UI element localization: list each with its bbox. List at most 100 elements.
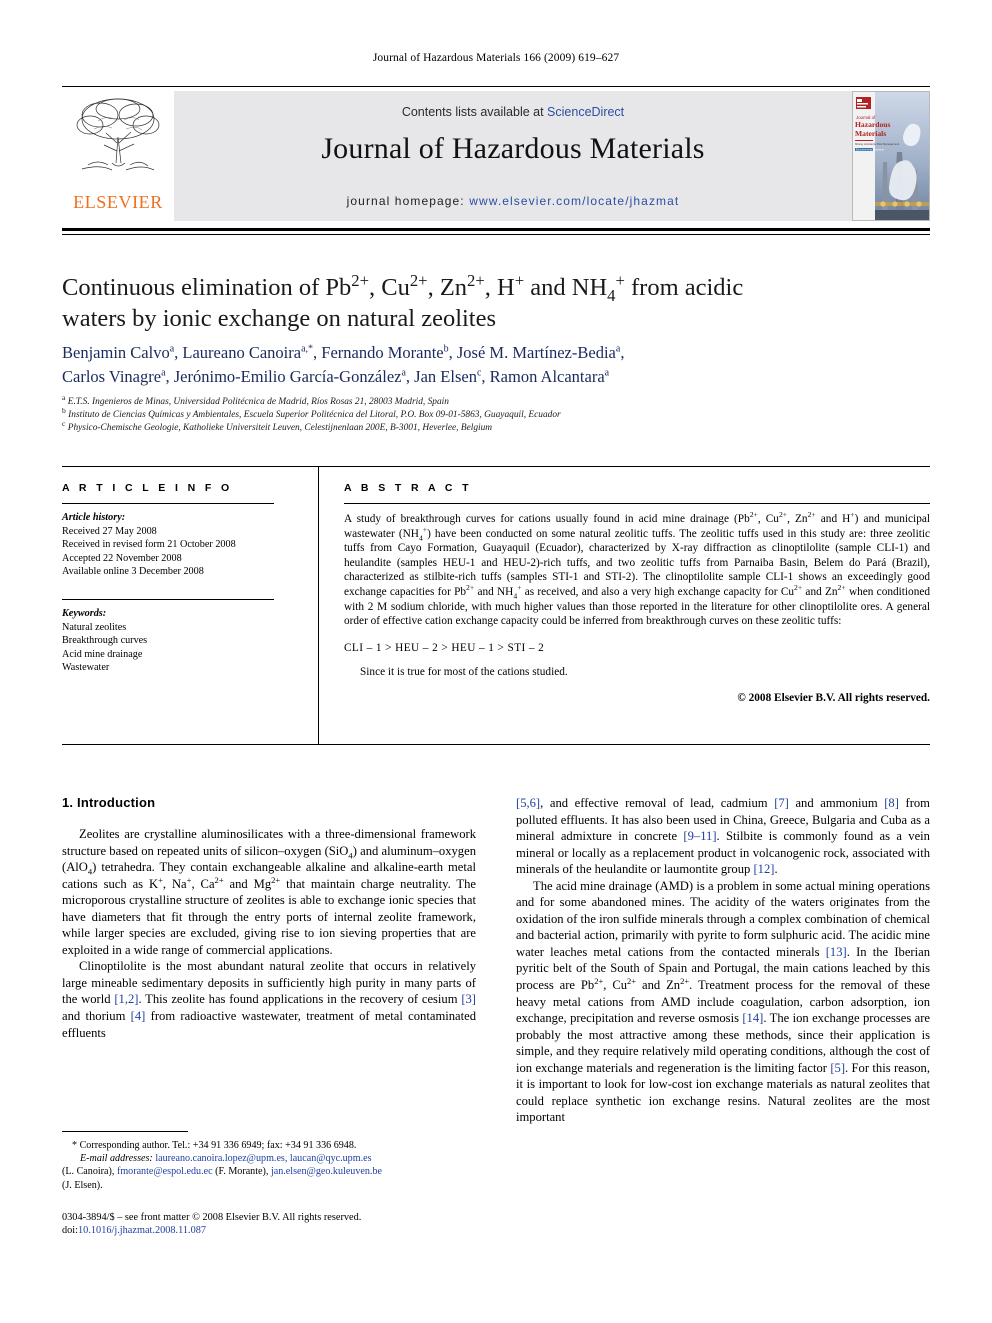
author-list: Benjamin Calvoa, Laureano Canoiraa,*, Fe… [62, 341, 892, 389]
elsevier-wordmark: ELSEVIER [73, 192, 163, 212]
citation-ref[interactable]: [13] [826, 945, 847, 959]
keyword-item: Wastewater [62, 662, 110, 674]
citation-ref[interactable]: [14] [742, 1011, 763, 1025]
history-item: Received 27 May 2008 [62, 525, 157, 537]
citation-ref[interactable]: [3] [461, 992, 476, 1006]
citation-ref[interactable]: [8] [884, 796, 899, 810]
abstract-body: A study of breakthrough curves for catio… [344, 510, 931, 628]
affiliation-text-a: E.T.S. Ingenieros de Minas, Universidad … [67, 397, 449, 407]
homepage-url-link[interactable]: www.elsevier.com/locate/jhazmat [469, 194, 679, 208]
contents-available-line: Contents lists available at ScienceDirec… [174, 105, 852, 119]
footnote-block: * Corresponding author. Tel.: +34 91 336… [62, 1131, 476, 1192]
affiliation-mark-a: a [62, 392, 66, 402]
citation-ref[interactable]: [7] [774, 796, 789, 810]
affiliation-mark-b: b [62, 405, 66, 415]
abstract-copyright: © 2008 Elsevier B.V. All rights reserved… [737, 691, 930, 704]
abstract-since-note: Since it is true for most of the cations… [360, 665, 568, 678]
author-line-2: Carlos Vinagrea, Jerónimo-Emilio García-… [62, 367, 610, 386]
doi-link[interactable]: 10.1016/j.jhazmat.2008.11.087 [78, 1225, 206, 1236]
keywords-label: Keywords: [62, 607, 107, 619]
elsevier-logo: ELSEVIER [62, 91, 174, 221]
citation-ref[interactable]: [1,2] [114, 992, 138, 1006]
citation-ref[interactable]: [5,6] [516, 796, 540, 810]
elsevier-tree-icon [76, 98, 160, 171]
journal-masthead: ELSEVIER Contents lists available at Sci… [62, 86, 930, 222]
history-item: Received in revised form 21 October 2008 [62, 539, 236, 551]
citation-ref[interactable]: [5] [830, 1061, 845, 1075]
affiliation-a: a E.T.S. Ingenieros de Minas, Universida… [62, 392, 892, 409]
imprint-block: 0304-3894/$ – see front matter © 2008 El… [62, 1211, 492, 1238]
page-title: Continuous elimination of Pb2+, Cu2+, Zn… [62, 272, 822, 334]
title-line-1: Continuous elimination of Pb2+, Cu2+, Zn… [62, 270, 744, 305]
citation-ref[interactable]: [4] [131, 1009, 146, 1023]
journal-homepage-line: journal homepage: www.elsevier.com/locat… [174, 194, 852, 208]
email-line: E-mail addresses: laureano.canoira.lopez… [62, 1152, 476, 1165]
masthead-bottom-rule [62, 228, 930, 231]
history-item: Accepted 22 November 2008 [62, 552, 182, 564]
affiliation-c: c Physico-Chemische Geologie, Katholieke… [62, 419, 892, 435]
journal-cover-thumbnail: Journal of Hazardous Materials Mining Ac… [852, 91, 930, 221]
homepage-label: journal homepage: [346, 194, 465, 208]
keyword-item: Natural zeolites [62, 621, 127, 633]
email-link[interactable]: laureano.canoira.lopez@upm.es, laucan@qy… [155, 1153, 371, 1164]
paragraph: Zeolites are crystalline aluminosilicate… [62, 827, 476, 957]
body-column-right: [5,6], and effective removal of lead, ca… [516, 795, 930, 1126]
abstract-panel: A B S T R A C T A study of breakthrough … [344, 482, 930, 704]
email-line-2: (L. Canoira), fmorante@espol.edu.ec (F. … [62, 1165, 476, 1178]
keywords-block: Keywords: Natural zeolites Breakthrough … [62, 607, 300, 675]
svg-text:Mining Accidents Risk Manageme: Mining Accidents Risk Management [855, 142, 900, 146]
article-info-heading: A R T I C L E I N F O [62, 482, 233, 494]
svg-text:Hazardous: Hazardous [855, 120, 890, 129]
doi-label: doi: [62, 1225, 79, 1237]
email-link[interactable]: fmorante@espol.edu.ec [117, 1166, 213, 1177]
issn-front-matter: 0304-3894/$ – see front matter © 2008 El… [62, 1212, 362, 1223]
keyword-item: Acid mine drainage [62, 648, 143, 660]
abstract-frame-top-rule [62, 466, 930, 468]
email-addresses-label: E-mail addresses: [80, 1153, 153, 1165]
article-history-block: Article history: Received 27 May 2008 Re… [62, 511, 300, 579]
abstract-frame-bottom-rule [62, 744, 930, 746]
history-item: Available online 3 December 2008 [62, 566, 204, 578]
journal-article-page: Journal of Hazardous Materials 166 (2009… [0, 0, 992, 1323]
title-line-2: waters by ionic exchange on natural zeol… [62, 305, 497, 332]
paragraph: Clinoptilolite is the most abundant natu… [62, 959, 477, 1040]
paragraph: The acid mine drainage (AMD) is a proble… [516, 878, 930, 1125]
affiliation-text-b: Instituto de Ciencias Químicas y Ambient… [68, 409, 561, 420]
keyword-item: Breakthrough curves [62, 635, 148, 647]
article-info-panel: A R T I C L E I N F O Article history: R… [62, 482, 300, 675]
article-info-rule-2 [62, 598, 274, 600]
email-owner-1: (L. Canoira), [62, 1166, 115, 1178]
abstract-frame-divider [318, 466, 320, 745]
footnote-body: * Corresponding author. Tel.: +34 91 336… [62, 1139, 476, 1192]
masthead-bottom-hairline [62, 234, 930, 235]
doi-line: doi:10.1016/j.jhazmat.2008.11.087 [62, 1224, 492, 1237]
email-owner-2: (F. Morante), [215, 1166, 269, 1178]
author-line-1: Benjamin Calvoa, Laureano Canoiraa,*, Fe… [62, 343, 625, 362]
affiliation-list: a E.T.S. Ingenieros de Minas, Universida… [62, 392, 892, 435]
email-owner-3: (J. Elsen). [62, 1179, 103, 1191]
affiliation-text-c: Physico-Chemische Geologie, Katholieke U… [67, 422, 493, 433]
corresponding-author-note: * Corresponding author. Tel.: +34 91 336… [72, 1140, 357, 1151]
abstract-heading: A B S T R A C T [344, 482, 472, 494]
abstract-capacity-order: CLI – 1 > HEU – 2 > HEU – 1 > STI – 2 [344, 641, 545, 654]
citation-ref[interactable]: [12] [753, 862, 774, 876]
affiliation-mark-c: c [62, 418, 66, 428]
footnote-rule [62, 1131, 188, 1132]
affiliation-b: b Instituto de Ciencias Químicas y Ambie… [62, 405, 892, 422]
svg-text:Environmental Solutions: Environmental Solutions [856, 147, 885, 151]
paragraph: [5,6], and effective removal of lead, ca… [516, 796, 930, 877]
article-history-label: Article history: [62, 512, 126, 523]
article-info-rule-1 [62, 503, 274, 504]
running-head: Journal of Hazardous Materials 166 (2009… [372, 52, 620, 64]
email-link[interactable]: jan.elsen@geo.kuleuven.be [271, 1166, 382, 1177]
journal-title: Journal of Hazardous Materials [321, 132, 705, 165]
abstract-rule [344, 503, 930, 504]
section-heading-introduction: 1. Introduction [62, 795, 156, 810]
contents-prefix: Contents lists available at [401, 105, 548, 119]
sciencedirect-link[interactable]: ScienceDirect [547, 105, 624, 119]
cover-artwork: Journal of Hazardous Materials Mining Ac… [853, 92, 929, 220]
svg-text:Materials: Materials [855, 129, 886, 138]
citation-ref[interactable]: [9–11] [683, 829, 716, 843]
masthead-center-band: Contents lists available at ScienceDirec… [174, 91, 852, 221]
body-column-left: 1. Introduction Zeolites are crystalline… [62, 795, 476, 1041]
